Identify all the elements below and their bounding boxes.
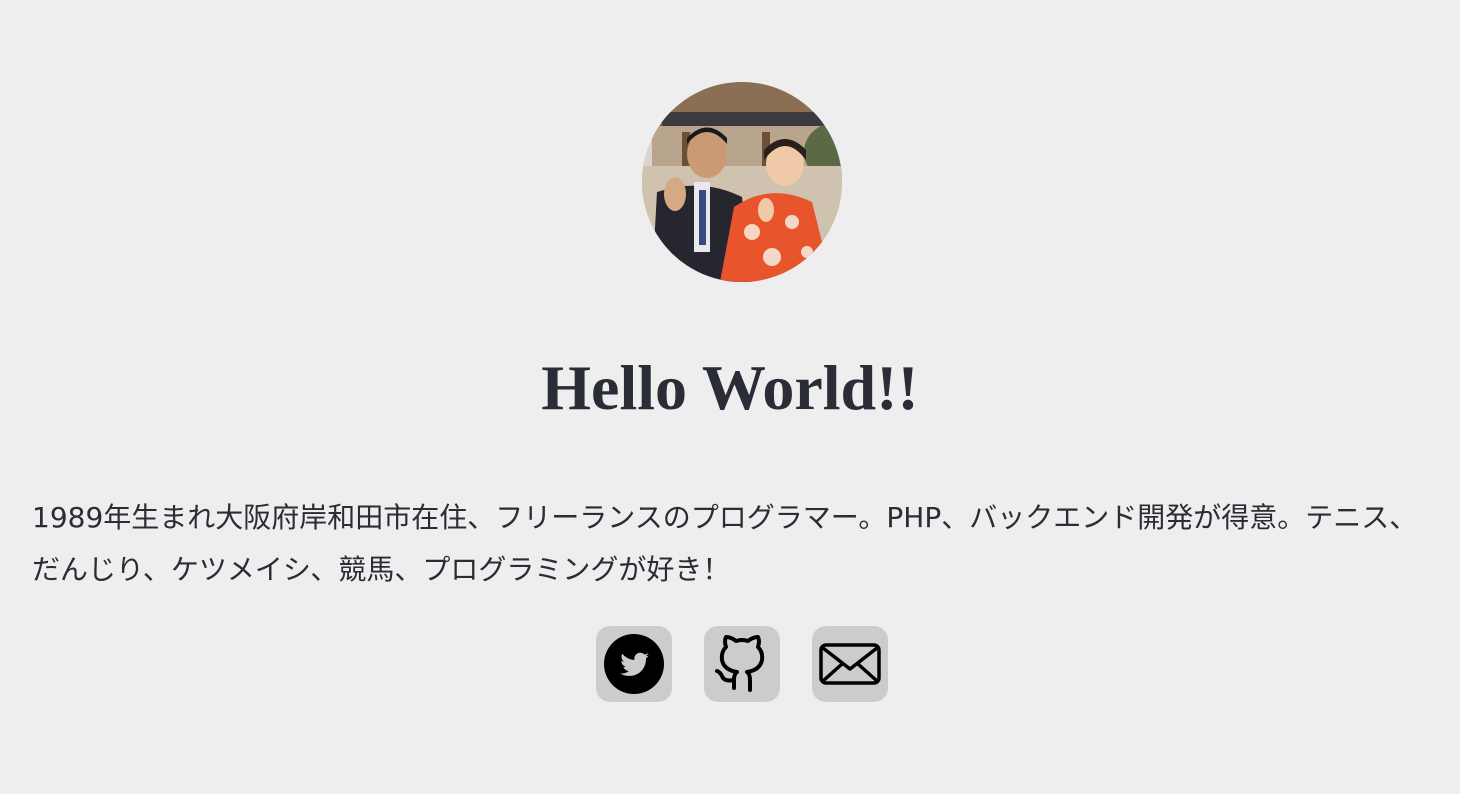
github-icon: [715, 635, 765, 692]
avatar: [642, 82, 842, 282]
github-button[interactable]: [704, 626, 780, 702]
mail-icon: [819, 643, 881, 685]
avatar-photo: [642, 82, 842, 282]
twitter-button[interactable]: [596, 626, 672, 702]
social-links: [596, 626, 888, 702]
page-title: Hello World!!: [541, 352, 919, 423]
mail-button[interactable]: [812, 626, 888, 702]
twitter-icon: [604, 634, 664, 694]
profile-page: Hello World!! 1989年生まれ大阪府岸和田市在住、フリーランスのプ…: [0, 0, 1460, 794]
bio-text: 1989年生まれ大阪府岸和田市在住、フリーランスのプログラマー。PHP、バックエ…: [32, 501, 1418, 586]
